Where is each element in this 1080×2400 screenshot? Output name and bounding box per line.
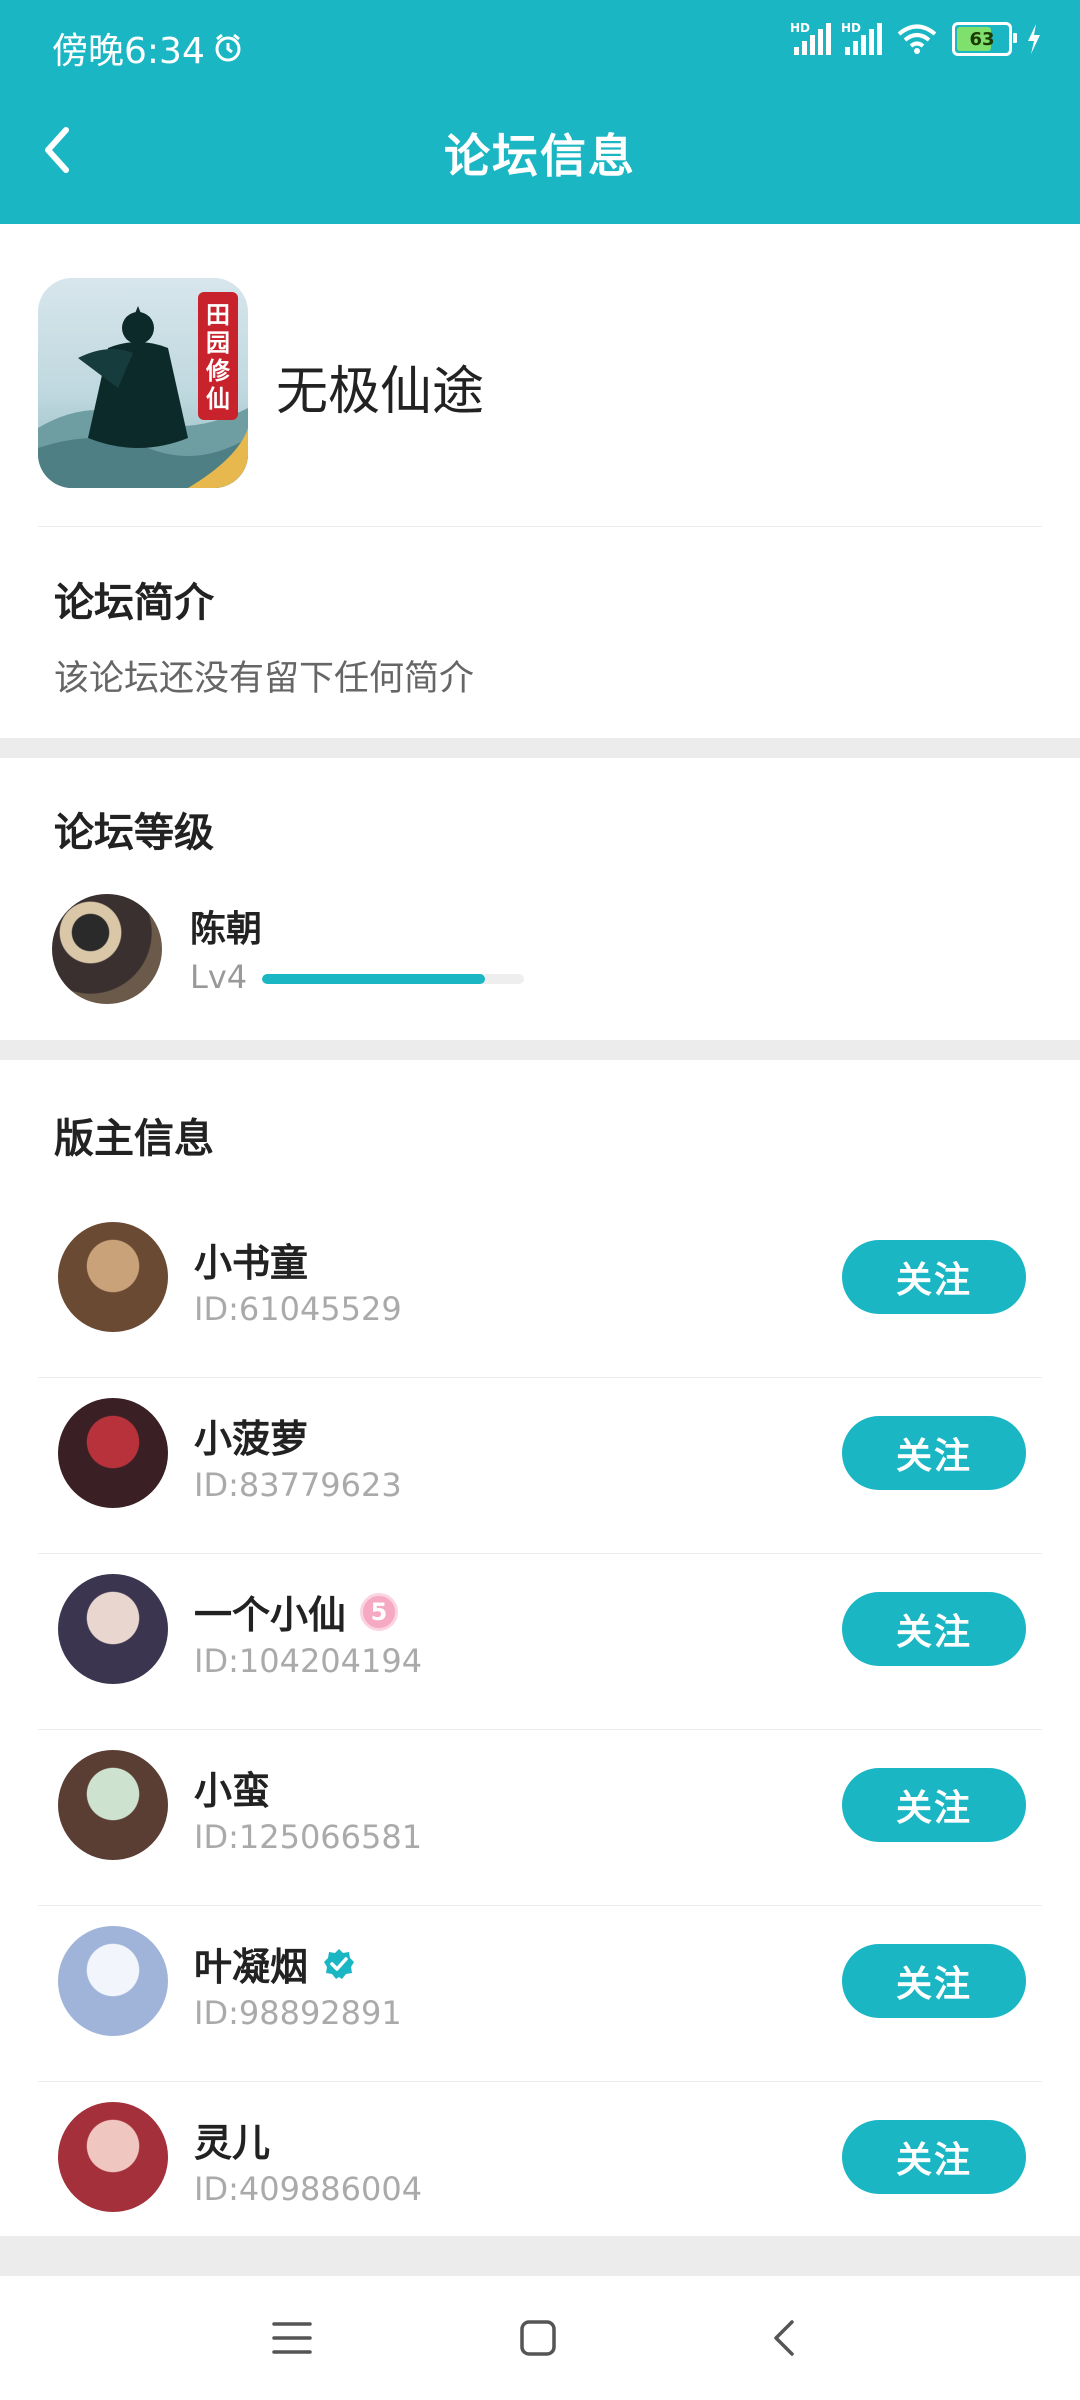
follow-button[interactable]: 关注 xyxy=(842,1592,1026,1666)
intro-title: 论坛简介 xyxy=(54,580,214,626)
moderator-row[interactable]: 小菠萝 ID:83779623 关注 xyxy=(0,1378,1080,1554)
page-title: 论坛信息 xyxy=(444,129,636,183)
moderator-id: ID:83779623 xyxy=(194,1466,402,1504)
status-time: 傍晚6:34 xyxy=(52,22,243,74)
level-progress-fill xyxy=(262,974,485,984)
moderator-name-text: 小书童 xyxy=(194,1241,309,1285)
follow-button[interactable]: 关注 xyxy=(842,1768,1026,1842)
moderator-id: ID:104204194 xyxy=(194,1642,423,1680)
moderator-id: ID:98892891 xyxy=(194,1994,402,2032)
signal-icon: HD xyxy=(790,21,831,55)
moderator-name: 小菠萝 xyxy=(194,1408,308,1463)
level-label: Lv4 xyxy=(190,958,248,996)
divider xyxy=(38,526,1042,527)
moderator-row[interactable]: 灵儿 ID:409886004 关注 xyxy=(0,2082,1080,2258)
moderator-avatar[interactable] xyxy=(58,1926,168,2036)
status-icons: HD HD 63 xyxy=(790,21,1042,56)
level-progress-bar xyxy=(262,974,524,984)
menu-icon[interactable] xyxy=(272,2318,312,2358)
status-time-text: 傍晚6:34 xyxy=(52,31,205,72)
moderator-name: 灵儿 xyxy=(194,2112,270,2167)
moderator-row[interactable]: 一个小仙 5 ID:104204194 关注 xyxy=(0,1554,1080,1730)
moderator-title: 版主信息 xyxy=(54,1116,214,1162)
svg-text:修: 修 xyxy=(205,357,231,385)
battery-icon: 63 xyxy=(952,22,1017,56)
forum-logo-image: 田 园 修 仙 xyxy=(38,292,248,488)
moderator-name-text: 一个小仙 xyxy=(194,1593,347,1637)
forum-app-icon: 田 园 修 仙 xyxy=(38,278,248,488)
moderator-name: 叶凝烟 xyxy=(194,1936,356,1991)
app-header: 傍晚6:34 HD HD 63 论坛信息 xyxy=(0,0,1080,224)
moderator-avatar[interactable] xyxy=(58,1222,168,1332)
forum-name: 无极仙途 xyxy=(276,362,485,422)
user-name: 陈朝 xyxy=(190,909,263,950)
forum-level-card: 论坛等级 陈朝 Lv4 xyxy=(0,758,1080,1040)
follow-button[interactable]: 关注 xyxy=(842,1416,1026,1490)
system-nav-bar xyxy=(0,2276,1080,2400)
moderator-id: ID:125066581 xyxy=(194,1818,423,1856)
moderator-row[interactable]: 叶凝烟 ID:98892891 关注 xyxy=(0,1906,1080,2082)
forum-info-card: 田 园 修 仙 无极仙途 论坛简介 该论坛还没有留下任何简介 xyxy=(0,224,1080,738)
alarm-icon xyxy=(215,33,241,62)
svg-text:田: 田 xyxy=(206,301,230,329)
moderator-row[interactable]: 小蛮 ID:125066581 关注 xyxy=(0,1730,1080,1906)
moderator-card: 版主信息 小书童 ID:61045529 关注 小菠萝 ID:83779623 关注 一个小… xyxy=(0,1060,1080,2236)
moderator-id: ID:61045529 xyxy=(194,1290,402,1328)
back-nav-icon[interactable] xyxy=(764,2318,804,2358)
moderator-name-text: 灵儿 xyxy=(194,2121,271,2165)
moderator-name: 小书童 xyxy=(194,1232,308,1287)
svg-text:仙: 仙 xyxy=(206,385,230,413)
user-avatar[interactable] xyxy=(52,894,162,1004)
moderator-name: 一个小仙 5 xyxy=(194,1584,399,1639)
charging-icon xyxy=(1028,24,1040,54)
follow-button[interactable]: 关注 xyxy=(842,2120,1026,2194)
moderator-avatar[interactable] xyxy=(58,1574,168,1684)
moderator-avatar[interactable] xyxy=(58,2102,168,2212)
home-icon[interactable] xyxy=(518,2318,558,2358)
signal-icon: HD xyxy=(841,21,882,55)
moderator-avatar[interactable] xyxy=(58,1750,168,1860)
verified-badge-icon xyxy=(324,1948,355,1979)
svg-text:园: 园 xyxy=(206,329,230,357)
wifi-icon xyxy=(897,24,937,54)
moderator-avatar[interactable] xyxy=(58,1398,168,1508)
level-title: 论坛等级 xyxy=(54,810,214,856)
follow-button[interactable]: 关注 xyxy=(842,1944,1026,2018)
moderator-name-text: 小菠萝 xyxy=(194,1417,309,1461)
moderator-name-text: 叶凝烟 xyxy=(194,1945,309,1989)
intro-text: 该论坛还没有留下任何简介 xyxy=(54,659,475,699)
moderator-id: ID:409886004 xyxy=(194,2170,423,2208)
level-badge-icon: 5 xyxy=(360,1592,399,1631)
moderator-name: 小蛮 xyxy=(194,1760,270,1815)
moderator-row[interactable]: 小书童 ID:61045529 关注 xyxy=(0,1202,1080,1378)
follow-button[interactable]: 关注 xyxy=(842,1240,1026,1314)
moderator-name-text: 小蛮 xyxy=(194,1769,271,1813)
